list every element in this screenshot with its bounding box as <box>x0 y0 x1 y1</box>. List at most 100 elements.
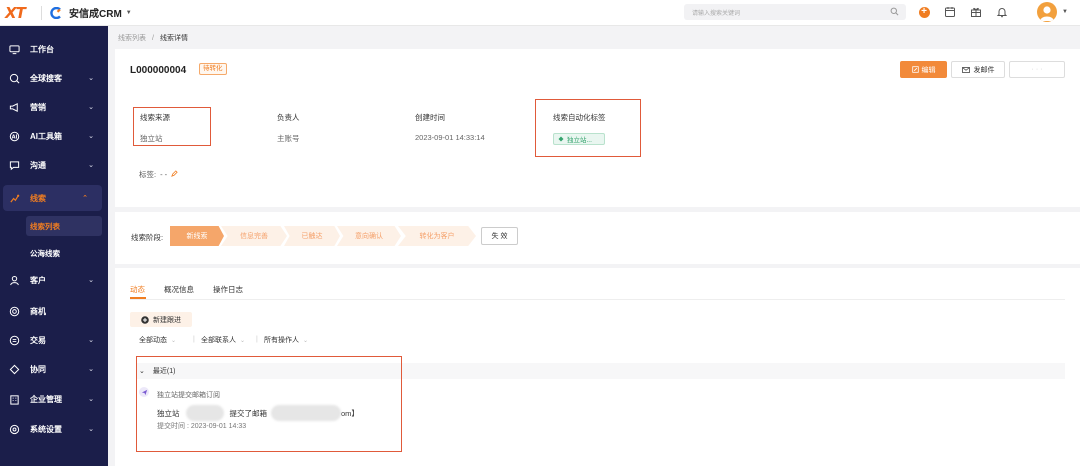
sidebar-item-label: 客户 <box>30 275 46 285</box>
top-bar: XT 安信成CRM ▼ 请输入搜索关键词 + ▼ <box>0 0 1080 26</box>
tab-operation-log[interactable]: 操作日志 <box>213 284 243 295</box>
chevron-down-icon: ⌄ <box>303 337 309 344</box>
stage-reached[interactable]: 已触达 <box>284 226 340 246</box>
status-badge: 待转化 <box>199 63 227 75</box>
filter-label: 全部联系人 <box>201 337 236 344</box>
logo-divider <box>41 5 42 20</box>
sidebar-item-settings[interactable]: 系统设置 ⌄ <box>0 416 108 442</box>
sidebar-item-enterprise[interactable]: 企业管理 ⌄ <box>0 386 108 412</box>
filter-all-operators[interactable]: 所有操作人 ⌄ <box>264 335 308 345</box>
chevron-down-icon: ⌄ <box>88 75 94 82</box>
sidebar-item-marketing[interactable]: 营销 ⌄ <box>0 94 108 120</box>
enterprise-icon <box>8 393 20 405</box>
opportunity-icon <box>8 305 20 317</box>
chevron-down-icon: ⌄ <box>88 337 94 344</box>
chevron-up-icon: ⌃ <box>82 195 88 202</box>
sidebar-item-label: 线索 <box>30 193 46 203</box>
add-icon[interactable]: + <box>916 4 932 20</box>
source-highlight-box <box>133 107 211 146</box>
calendar-icon[interactable] <box>942 4 958 20</box>
lead-stage-card: 线索阶段: 新线索 信息完善 已触达 意向确认 转化为客户 失 效 <box>115 212 1080 264</box>
filter-all-contacts[interactable]: 全部联系人 ⌄ <box>201 335 245 345</box>
edit-button[interactable]: 编辑 <box>900 61 947 78</box>
tags-row: 标签: - - <box>139 169 178 180</box>
chevron-down-icon: ⌄ <box>240 337 246 344</box>
send-mail-button[interactable]: 发邮件 <box>951 61 1005 78</box>
top-icon-group: + <box>916 4 1010 20</box>
filter-all-activity[interactable]: 全部动态 ⌄ <box>139 335 176 345</box>
breadcrumb-current: 线索详情 <box>159 35 188 42</box>
sidebar-item-global-search[interactable]: 全球搜客 ⌄ <box>0 65 108 91</box>
brand-name[interactable]: 安信成CRM <box>69 5 122 20</box>
edit-icon <box>911 66 919 73</box>
xt-logo: XT <box>5 3 26 22</box>
sidebar-item-label: 商机 <box>30 306 46 316</box>
sidebar-item-customers[interactable]: 客户 ⌄ <box>0 267 108 293</box>
sidebar-item-label: 企业管理 <box>30 394 62 404</box>
sidebar-item-label: 系统设置 <box>30 424 62 434</box>
chevron-down-icon: ⌄ <box>88 133 94 140</box>
settings-icon <box>8 423 20 435</box>
search-input[interactable]: 请输入搜索关键词 <box>684 4 906 20</box>
stage-new-lead[interactable]: 新线索 <box>170 226 224 246</box>
search-placeholder: 请输入搜索关键词 <box>692 10 741 17</box>
brand-logo-icon <box>50 6 62 19</box>
new-follow-up-label: 新建跟进 <box>153 316 181 324</box>
plus-circle-icon <box>141 315 149 324</box>
filter-label: 全部动态 <box>139 337 167 344</box>
transaction-icon <box>8 334 20 346</box>
chevron-down-icon: ⌄ <box>171 337 177 344</box>
bell-icon[interactable] <box>994 4 1010 20</box>
sidebar-item-opportunities[interactable]: 商机 <box>0 298 108 324</box>
sidebar-item-collaboration[interactable]: 协同 ⌄ <box>0 356 108 382</box>
megaphone-icon <box>8 101 20 113</box>
globe-search-icon <box>8 72 20 84</box>
sidebar-item-workbench[interactable]: 工作台 <box>0 36 108 62</box>
avatar-caret-icon[interactable]: ▼ <box>1062 9 1068 15</box>
filter-divider: | <box>256 336 258 343</box>
created-time-label: 创建时间 <box>415 113 445 122</box>
new-follow-up-button[interactable]: 新建跟进 <box>130 312 192 327</box>
sidebar-item-label: 沟通 <box>30 160 46 170</box>
owner-value: 主账号 <box>277 134 300 143</box>
chevron-down-icon: ⌄ <box>88 426 94 433</box>
more-actions-button[interactable]: · · · <box>1009 61 1065 78</box>
chevron-down-icon: ⌄ <box>88 277 94 284</box>
tab-activity[interactable]: 动态 <box>130 284 145 295</box>
stage-convert-customer[interactable]: 转化为客户 <box>398 226 476 246</box>
tabs-divider <box>130 299 1065 300</box>
sidebar-item-label: 全球搜客 <box>30 73 62 83</box>
brand-caret-icon[interactable]: ▼ <box>126 10 132 16</box>
mark-invalid-button[interactable]: 失 效 <box>481 227 518 245</box>
sidebar-item-transactions[interactable]: 交易 ⌄ <box>0 327 108 353</box>
tags-value: - - <box>160 170 168 179</box>
chevron-down-icon: ⌄ <box>88 366 94 373</box>
active-tab-indicator <box>130 297 146 299</box>
sidebar-item-leads[interactable]: 线索 ⌃ <box>3 185 102 211</box>
tags-label: 标签: <box>139 170 157 179</box>
chat-icon <box>8 159 20 171</box>
edit-tags-icon[interactable] <box>171 170 178 179</box>
gift-icon[interactable] <box>968 4 984 20</box>
activity-highlight-box <box>136 356 402 452</box>
chevron-down-icon: ⌄ <box>88 396 94 403</box>
breadcrumb-parent[interactable]: 线索列表 <box>118 33 146 43</box>
breadcrumb: 线索列表 / 线索详情 <box>118 30 188 46</box>
stage-info-complete[interactable]: 信息完善 <box>221 226 287 246</box>
sidebar-item-ai-toolbox[interactable]: AI AI工具箱 ⌄ <box>0 123 108 149</box>
filter-label: 所有操作人 <box>264 337 299 344</box>
avatar[interactable] <box>1037 2 1057 22</box>
sidebar-subitem-lead-list[interactable]: 线索列表 <box>26 216 102 236</box>
lead-summary-card: L000000004 待转化 编辑 发邮件 · · · 线索来源 独立站 负责人… <box>115 49 1080 207</box>
sidebar-subitem-public-leads[interactable]: 公海线索 <box>26 243 102 263</box>
search-icon[interactable] <box>890 7 899 18</box>
stage-intent-confirmed[interactable]: 意向确认 <box>337 226 401 246</box>
filter-divider: | <box>193 336 195 343</box>
created-time-value: 2023-09-01 14:33:14 <box>415 133 485 142</box>
sidebar-item-communication[interactable]: 沟通 ⌄ <box>0 152 108 178</box>
edit-button-label: 编辑 <box>921 66 936 74</box>
tab-overview[interactable]: 概况信息 <box>164 284 194 295</box>
chevron-down-icon: ⌄ <box>88 162 94 169</box>
sidebar-item-label: 协同 <box>30 364 46 374</box>
ai-toolbox-icon: AI <box>8 130 20 142</box>
